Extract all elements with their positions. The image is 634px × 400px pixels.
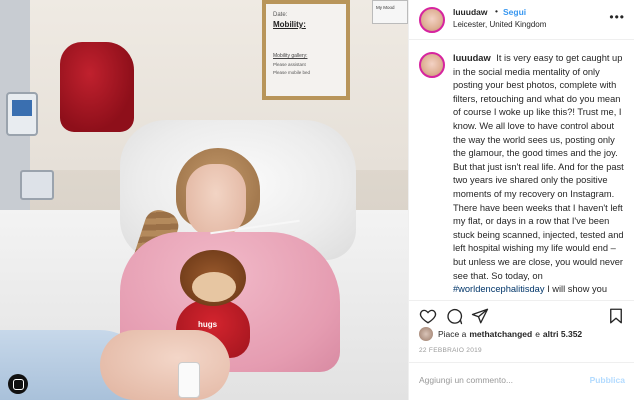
medical-monitor (6, 92, 38, 136)
liker-avatar[interactable] (419, 327, 433, 341)
patient-face (186, 164, 246, 238)
likes-summary: Piace a methatchanged e altri 5.352 (419, 327, 585, 341)
post-photo[interactable]: Date: Mobility: Mobility gallery: Please… (0, 0, 408, 400)
publish-button[interactable]: Pubblica (590, 375, 625, 385)
hashtag-link[interactable]: #worldencephalitisday (453, 284, 544, 294)
likes-prefix: Piace a (438, 329, 467, 339)
action-bar (409, 300, 634, 330)
caption-text: It is very easy to get caught up in the … (453, 53, 624, 281)
comment-icon[interactable] (445, 307, 463, 325)
comment-bar: Pubblica (409, 362, 634, 400)
more-horizontal-icon[interactable]: ••• (609, 10, 625, 24)
red-bag (60, 42, 134, 132)
caption-avatar[interactable] (419, 52, 445, 78)
likes-count-link[interactable]: altri 5.352 (543, 329, 582, 339)
hospital-wristband (178, 362, 200, 398)
header-username[interactable]: luuudaw (453, 7, 487, 17)
post-date[interactable]: 22 FEBBRAIO 2019 (419, 347, 482, 354)
post-header: luuudaw • Segui Leicester, United Kingdo… (409, 0, 634, 40)
likes-conjunction: e (535, 329, 540, 339)
comment-input[interactable] (419, 375, 569, 385)
arm (100, 330, 230, 400)
heart-icon[interactable] (419, 307, 437, 325)
liker-username[interactable]: methatchanged (469, 329, 532, 339)
post-sidebar: luuudaw • Segui Leicester, United Kingdo… (408, 0, 634, 400)
location-link[interactable]: Leicester, United Kingdom (453, 20, 546, 29)
instagram-icon[interactable] (8, 374, 28, 394)
caption-username[interactable]: luuudaw (453, 53, 491, 63)
board-subtitle: Mobility gallery: (273, 53, 308, 59)
toy-label: hugs (198, 320, 218, 329)
wall-sign: My Mood (372, 0, 408, 24)
follow-button[interactable]: Segui (503, 7, 526, 17)
infusion-pump (20, 170, 54, 200)
board-item: Please assistant (273, 62, 306, 67)
board-item: Please mobile bed (273, 70, 311, 75)
bedside-board: Date: Mobility: Mobility gallery: Please… (262, 0, 350, 100)
post-caption: luuudaw It is very easy to get caught up… (453, 52, 627, 298)
avatar[interactable] (419, 7, 445, 33)
bookmark-icon[interactable] (607, 307, 625, 325)
board-title: Mobility: (273, 20, 306, 29)
board-date-label: Date: (273, 12, 288, 18)
share-icon[interactable] (471, 307, 489, 325)
separator-dot: • (495, 6, 498, 16)
